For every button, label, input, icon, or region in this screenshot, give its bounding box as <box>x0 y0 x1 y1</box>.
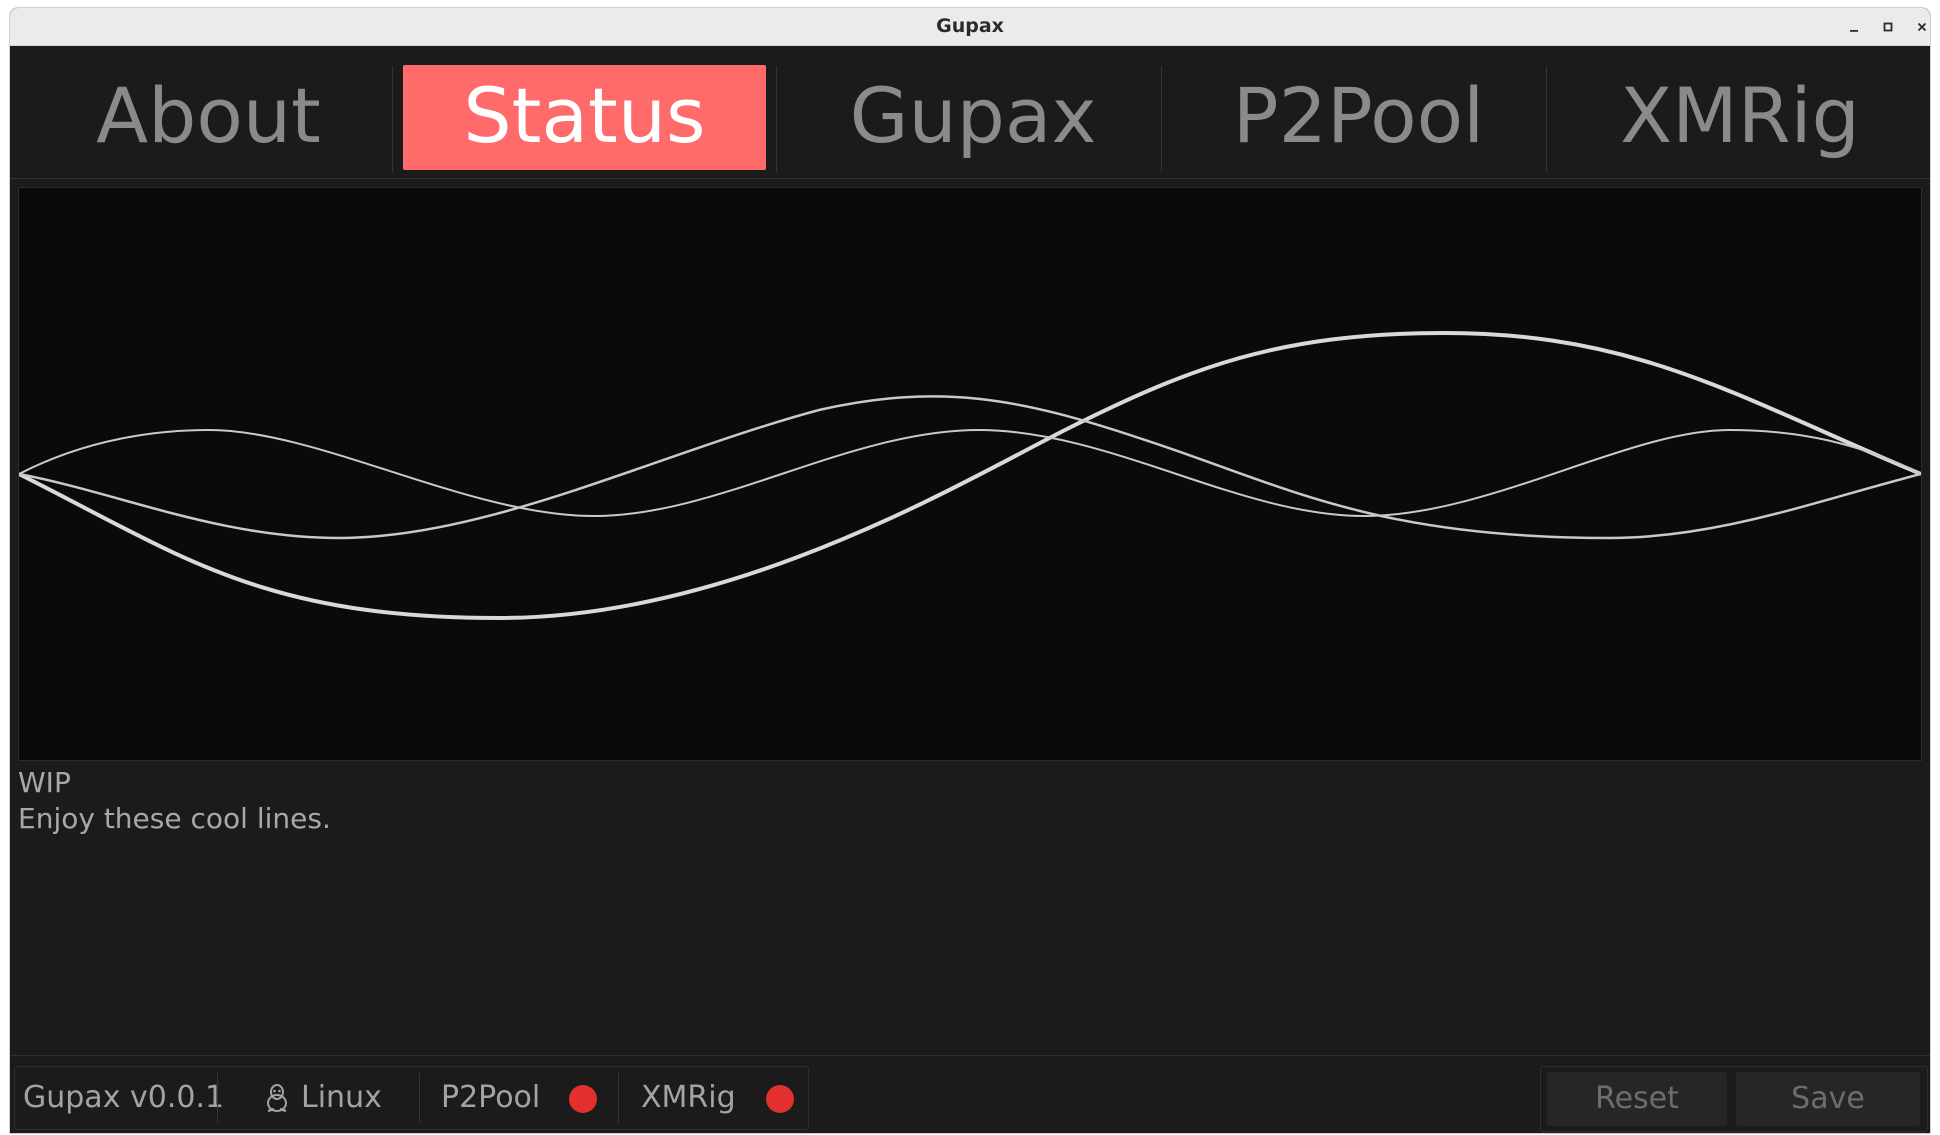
wave-line-medium <box>19 395 1921 540</box>
tab-about[interactable]: About <box>30 65 387 170</box>
wave-line-large <box>19 330 1921 621</box>
tab-divider <box>1546 66 1547 172</box>
app-window: Gupax About Status Gupax P2Pool XMRig WI… <box>10 8 1930 1133</box>
reset-button[interactable]: Reset <box>1547 1072 1727 1126</box>
tab-divider <box>1161 66 1162 172</box>
status-divider <box>419 1073 420 1123</box>
status-group: Gupax v0.0.1 Linux P2Pool XMRig <box>14 1066 809 1130</box>
tab-bar: About Status Gupax P2Pool XMRig <box>10 46 1930 179</box>
status-divider <box>217 1073 218 1123</box>
minimize-icon <box>1850 30 1858 32</box>
description-text: Enjoy these cool lines. <box>18 802 331 835</box>
os-label: Linux <box>301 1080 382 1115</box>
tab-p2pool[interactable]: P2Pool <box>1170 65 1547 170</box>
p2pool-status-label: P2Pool <box>441 1080 541 1115</box>
maximize-icon <box>1883 22 1893 32</box>
tab-divider <box>392 66 393 172</box>
xmrig-status-label: XMRig <box>641 1080 736 1115</box>
status-divider <box>618 1073 619 1123</box>
wave-lines <box>19 330 1921 621</box>
tux-penguin-icon <box>267 1084 287 1113</box>
xmrig-status-indicator <box>766 1085 794 1113</box>
window-title: Gupax <box>936 15 1004 37</box>
p2pool-status-indicator <box>569 1085 597 1113</box>
close-icon <box>1917 22 1927 32</box>
title-bar[interactable]: Gupax <box>10 8 1930 46</box>
maximize-button[interactable] <box>1875 14 1901 40</box>
save-button[interactable]: Save <box>1736 1072 1920 1126</box>
version-label: Gupax v0.0.1 <box>23 1080 225 1115</box>
status-bar: Gupax v0.0.1 Linux P2Pool XMRig Reset Sa… <box>10 1055 1930 1133</box>
wave-line-small <box>19 428 1921 518</box>
wip-label: WIP <box>18 766 71 799</box>
tab-divider <box>776 66 777 172</box>
minimize-button[interactable] <box>1841 14 1867 40</box>
tab-xmrig[interactable]: XMRig <box>1555 65 1925 170</box>
tab-gupax[interactable]: Gupax <box>786 65 1160 170</box>
wave-canvas <box>18 187 1922 761</box>
tab-status[interactable]: Status <box>403 65 766 170</box>
action-buttons: Reset Save <box>1540 1066 1928 1132</box>
close-button[interactable] <box>1909 14 1930 40</box>
